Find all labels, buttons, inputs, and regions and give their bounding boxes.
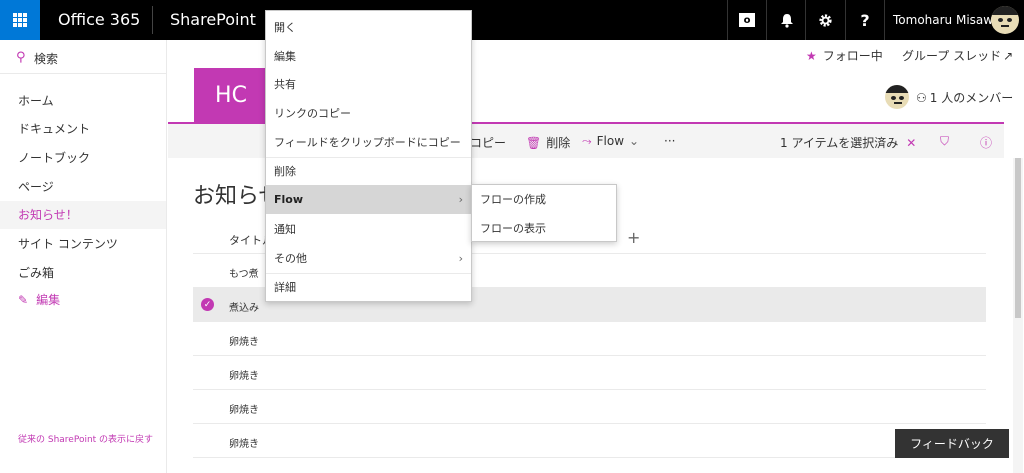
settings-button[interactable]: [806, 0, 844, 40]
menu-item-copy-field[interactable]: フィールドをクリップボードにコピー: [266, 128, 471, 157]
member-avatar: [885, 85, 909, 109]
table-row[interactable]: 卵焼き: [193, 322, 986, 356]
divider: [766, 0, 767, 40]
nav-item-pages[interactable]: ページ: [0, 173, 166, 201]
nav-item-notebook[interactable]: ノートブック: [0, 144, 166, 172]
flow-button[interactable]: ⤳ Flow ⌄: [582, 134, 639, 149]
checkmark-icon[interactable]: ✓: [201, 298, 214, 311]
row-title[interactable]: もつ煮: [229, 265, 259, 280]
menu-item-details[interactable]: 詳細: [266, 273, 471, 302]
close-icon[interactable]: ✕: [906, 136, 916, 150]
follow-label: フォロー中: [822, 49, 883, 63]
row-title[interactable]: 卵焼き: [229, 401, 259, 416]
nav-item-site-contents[interactable]: サイト コンテンツ: [0, 230, 166, 258]
nav-item-recycle-bin[interactable]: ごみ箱: [0, 259, 166, 287]
notifications-button[interactable]: [768, 0, 806, 40]
group-thread-link[interactable]: グループ スレッド ↗: [902, 47, 1013, 64]
app-launcher-button[interactable]: [0, 0, 40, 40]
avatar[interactable]: [991, 6, 1019, 34]
info-icon: ⓘ: [980, 136, 993, 150]
nav-edit-button[interactable]: ✎ 編集: [0, 286, 166, 314]
chevron-right-icon: ›: [458, 252, 463, 265]
site-logo-tile[interactable]: HC: [194, 68, 268, 123]
info-button[interactable]: ⓘ: [980, 134, 992, 151]
flow-icon: ⤳: [582, 134, 592, 148]
divider: [152, 6, 153, 34]
copy-button[interactable]: コピー: [470, 134, 506, 151]
row-title[interactable]: 卵焼き: [229, 333, 259, 348]
menu-item-flow-label: Flow: [274, 193, 304, 206]
members-button[interactable]: ⚇ 1 人のメンバー: [916, 89, 1013, 106]
menu-item-edit[interactable]: 編集: [266, 42, 471, 71]
row-title[interactable]: 卵焼き: [229, 367, 259, 382]
menu-item-flow[interactable]: Flow ›: [266, 185, 471, 214]
submenu-item-view-flows[interactable]: フローの表示: [472, 214, 616, 243]
context-menu: 開く 編集 共有 リンクのコピー フィールドをクリップボードにコピー 削除 Fl…: [265, 10, 472, 302]
nav-edit-label: 編集: [36, 293, 61, 307]
scrollbar-thumb[interactable]: [1015, 158, 1021, 318]
row-title[interactable]: 卵焼き: [229, 435, 259, 450]
table-row[interactable]: 卵焼き: [193, 424, 986, 458]
table-row[interactable]: 卵焼き: [193, 390, 986, 424]
menu-item-delete[interactable]: 削除: [266, 157, 471, 186]
flow-submenu: フローの作成 フローの表示: [471, 184, 617, 242]
menu-item-share[interactable]: 共有: [266, 70, 471, 99]
star-icon: ★: [806, 49, 817, 63]
pencil-icon: ✎: [18, 293, 29, 307]
menu-item-alert[interactable]: 通知: [266, 215, 471, 244]
members-label: 1 人のメンバー: [929, 91, 1014, 105]
nav-item-home[interactable]: ホーム: [0, 87, 166, 115]
thread-label: グループ スレッド: [902, 49, 1002, 63]
add-column-button[interactable]: +: [627, 228, 640, 247]
help-button[interactable]: ?: [846, 0, 884, 40]
search-box[interactable]: ⚲ 検索: [0, 40, 166, 74]
outlook-icon: o: [739, 13, 755, 27]
search-label: 検索: [34, 52, 59, 66]
gear-icon: [818, 13, 832, 27]
flow-label: Flow: [596, 134, 625, 148]
person-icon: ⚇: [916, 91, 927, 105]
app-title[interactable]: SharePoint: [170, 10, 256, 29]
menu-item-more[interactable]: その他 ›: [266, 244, 471, 273]
menu-item-copy-link[interactable]: リンクのコピー: [266, 99, 471, 128]
table-row[interactable]: 卵焼き: [193, 356, 986, 390]
left-navigation: ⚲ 検索 ホーム ドキュメント ノートブック ページ お知らせ！ サイト コンテ…: [0, 40, 167, 473]
nav-item-documents[interactable]: ドキュメント: [0, 115, 166, 143]
outlook-button[interactable]: o: [728, 0, 766, 40]
selection-label: 1 アイテムを選択済み: [780, 136, 899, 150]
selection-status[interactable]: 1 アイテムを選択済み ✕: [780, 134, 916, 151]
trash-icon: 🗑: [526, 136, 542, 150]
nav-item-announcements[interactable]: お知らせ！: [0, 201, 166, 229]
chevron-right-icon: ›: [458, 193, 463, 206]
bell-icon: [781, 13, 793, 28]
submenu-item-create-flow[interactable]: フローの作成: [472, 185, 616, 214]
delete-label: 削除: [546, 136, 571, 150]
divider: [884, 0, 885, 40]
chevron-down-icon: ⌄: [629, 134, 640, 148]
menu-item-more-label: その他: [274, 252, 307, 265]
suite-bar: Office 365 SharePoint o ? Tomoharu Misaw…: [0, 0, 1024, 40]
vertical-scrollbar[interactable]: [1013, 158, 1023, 473]
waffle-icon: [13, 13, 27, 27]
menu-item-open[interactable]: 開く: [266, 13, 471, 42]
row-title[interactable]: 煮込み: [229, 299, 259, 314]
office365-brand[interactable]: Office 365: [58, 10, 140, 29]
delete-button[interactable]: 🗑 削除: [526, 134, 570, 151]
filter-icon: ⛉: [940, 134, 950, 148]
follow-button[interactable]: ★ フォロー中: [806, 47, 883, 64]
classic-view-link[interactable]: 従来の SharePoint の表示に戻す: [18, 435, 158, 446]
external-link-icon: ↗: [1003, 49, 1014, 63]
search-icon: ⚲: [16, 50, 26, 65]
user-name[interactable]: Tomoharu Misawa: [893, 13, 1000, 27]
more-button[interactable]: ···: [664, 134, 675, 148]
filter-button[interactable]: ⛉: [940, 134, 949, 149]
feedback-button[interactable]: フィードバック: [895, 429, 1009, 458]
